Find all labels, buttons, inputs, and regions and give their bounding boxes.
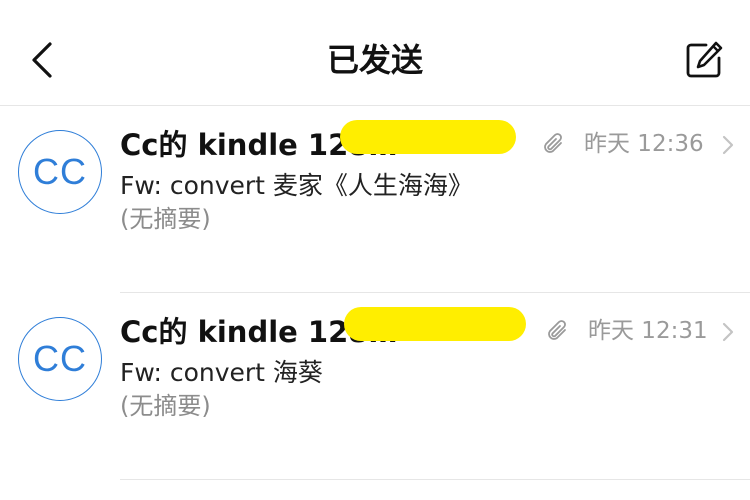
mail-subject: Fw: convert 麦家《人生海海》 — [120, 171, 473, 200]
sent-mail-screen: 已发送 CC Cc的 kindle 128… 昨天 12:36 Fw: conv… — [0, 0, 750, 500]
timestamp: 昨天 12:31 — [588, 318, 708, 344]
attachment-icon — [540, 130, 568, 158]
page-title: 已发送 — [326, 41, 423, 79]
mail-list-item[interactable]: CC Cc的 kindle 128… 昨天 12:36 Fw: convert … — [0, 106, 750, 294]
chevron-right-icon — [718, 319, 738, 345]
avatar: CC — [18, 130, 102, 214]
timestamp: 昨天 12:36 — [584, 131, 704, 157]
nav-bar: 已发送 — [0, 0, 750, 106]
compose-icon — [686, 41, 723, 78]
redaction-mark — [344, 307, 526, 341]
mail-subject: Fw: convert 海葵 — [120, 358, 323, 387]
mail-summary: (无摘要) — [120, 392, 211, 420]
chevron-right-icon — [718, 132, 738, 158]
row-divider — [120, 479, 750, 480]
redaction-mark — [340, 120, 516, 154]
avatar: CC — [18, 317, 102, 401]
attachment-icon — [544, 317, 572, 345]
mail-summary: (无摘要) — [120, 205, 211, 233]
compose-button[interactable] — [682, 38, 726, 82]
mail-list-item[interactable]: CC Cc的 kindle 128… 昨天 12:31 Fw: convert … — [0, 293, 750, 481]
